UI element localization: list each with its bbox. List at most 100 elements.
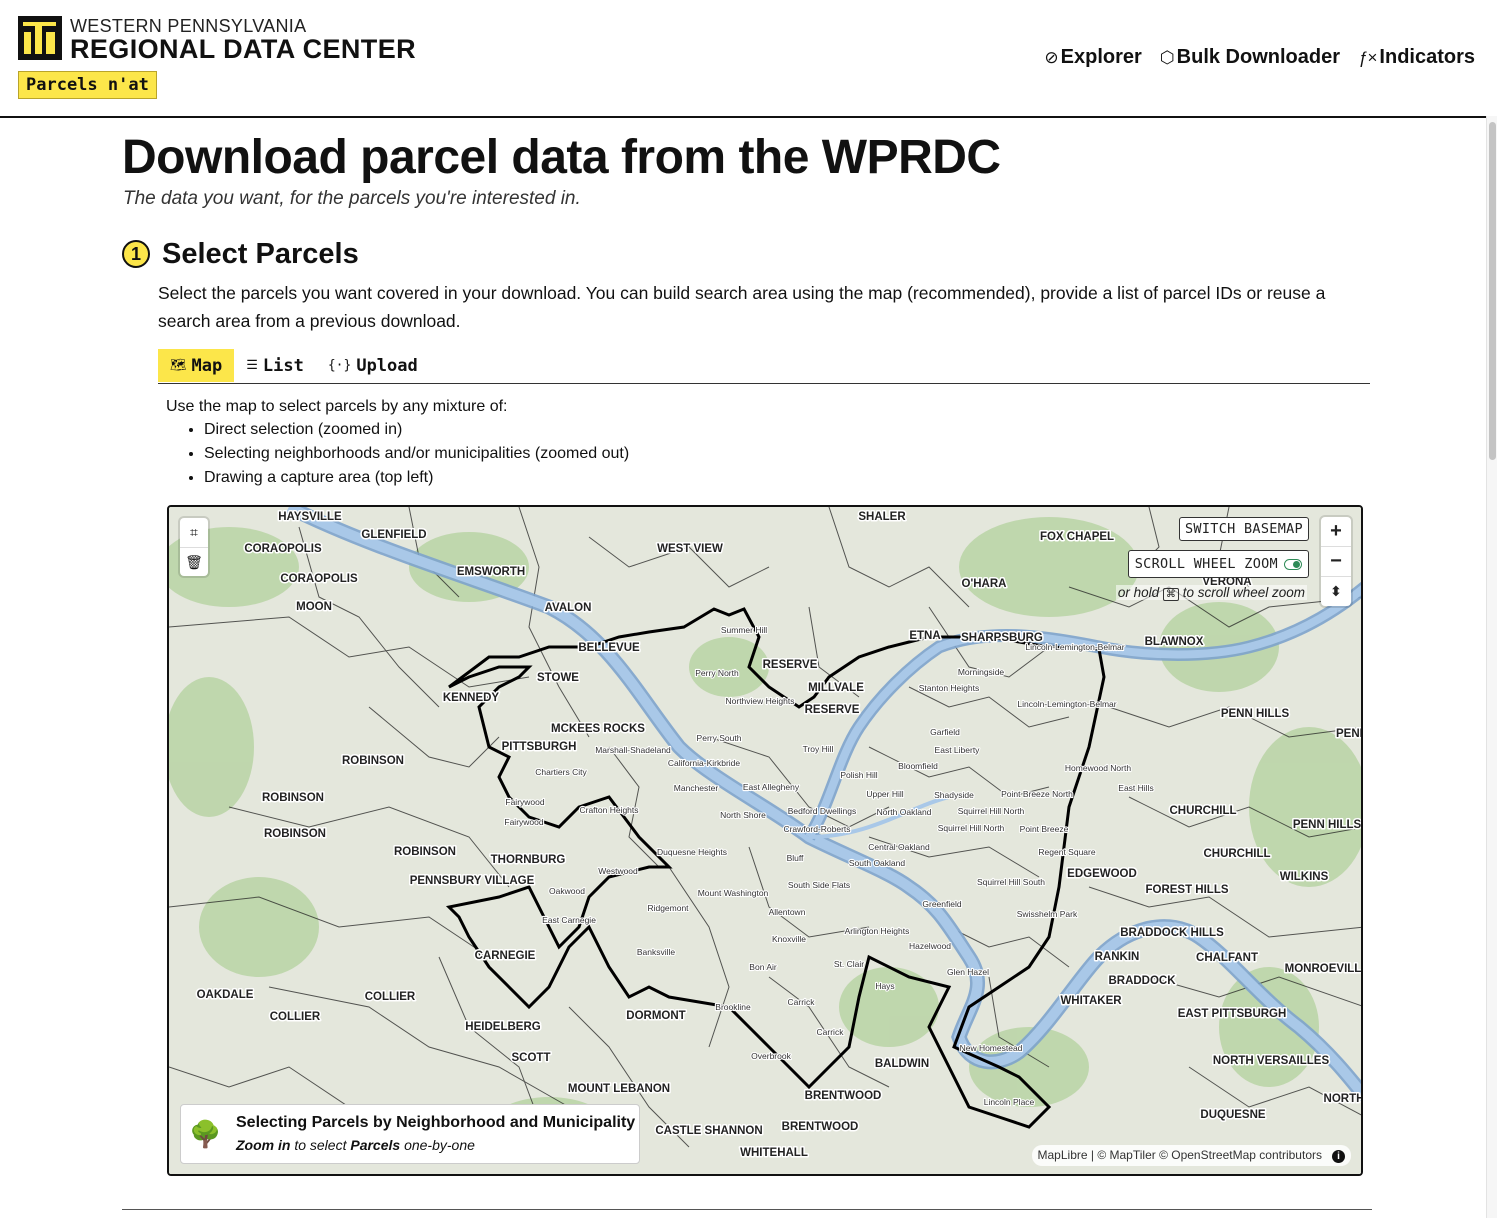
neighborhood-label: Fairywood — [505, 797, 544, 807]
braces-icon: {·} — [327, 358, 352, 373]
municipality-label: BRENTWOOD — [805, 1090, 882, 1102]
neighborhood-label: Bon Air — [749, 962, 777, 972]
municipality-label: OAKDALE — [197, 989, 254, 1001]
neighborhood-label: Squirrel Hill South — [977, 877, 1045, 887]
neighborhood-label: Lincoln-Lemington-Belmar — [1017, 699, 1116, 709]
municipality-label: FOREST HILLS — [1145, 884, 1228, 896]
neighborhood-label: Manchester — [674, 783, 719, 793]
step-instructions: Select the parcels you want covered in y… — [158, 283, 1326, 331]
selection-mode-title: Selecting Parcels by Neighborhood and Mu… — [236, 1114, 636, 1131]
municipality-label: WHITAKER — [1060, 995, 1122, 1007]
municipality-label: MOUNT LEBANON — [568, 1083, 670, 1095]
municipality-label: DUQUESNE — [1200, 1109, 1266, 1121]
switch-basemap-button[interactable]: SWITCH BASEMAP — [1179, 517, 1309, 541]
neighborhood-label: Bluff — [787, 853, 804, 863]
neighborhood-label: Ridgemont — [647, 903, 689, 913]
trash-icon[interactable]: 🗑 — [180, 547, 208, 577]
municipality-label: PENNSBURY VILLAGE — [410, 875, 535, 887]
page-scrollbar-thumb[interactable] — [1489, 122, 1496, 460]
municipality-label: RESERVE — [805, 704, 860, 716]
neighborhood-label: Homewood North — [1065, 763, 1131, 773]
municipality-label: BRADDOCK HILLS — [1120, 927, 1224, 939]
municipality-label: ROBINSON — [264, 828, 326, 840]
nav-bulk-downloader[interactable]: ⬡ Bulk Downloader — [1160, 46, 1340, 69]
municipality-label: ETNA — [909, 630, 940, 642]
municipality-label: HAYSVILLE — [278, 511, 342, 523]
neighborhood-label: Squirrel Hill North — [938, 823, 1005, 833]
neighborhood-label: Point Breeze North — [1001, 789, 1073, 799]
municipality-label: RANKIN — [1095, 951, 1140, 963]
function-icon: ƒ× — [1358, 47, 1378, 67]
map-canvas[interactable]: HAYSVILLE GLENFIELD CORAOPOLIS CORAOPOLIS MO… — [169, 507, 1363, 1176]
toggle-icon[interactable] — [1284, 558, 1302, 570]
municipality-label: CORAOPOLIS — [244, 543, 322, 555]
municipality-label: SCOTT — [512, 1052, 551, 1064]
section-divider — [122, 1209, 1372, 1210]
map-help-list: Direct selection (zoomed in) Selecting n… — [186, 418, 629, 490]
neighborhood-label: South Oakland — [849, 858, 906, 868]
app-badge[interactable]: Parcels n'at — [18, 71, 157, 99]
neighborhood-label: Perry South — [697, 733, 742, 743]
tab-list[interactable]: ☰ List — [234, 349, 316, 382]
neighborhood-label: East Liberty — [935, 745, 981, 755]
neighborhood-label: Hazelwood — [909, 941, 951, 951]
municipality-label: STOWE — [537, 672, 579, 684]
neighborhood-label: California-Kirkbride — [668, 758, 741, 768]
municipality-label: ROBINSON — [342, 755, 404, 767]
municipality-label: PENN HILLS — [1221, 708, 1290, 720]
municipality-label: MOON — [296, 601, 332, 613]
scroll-hint-post: to scroll wheel zoom — [1182, 585, 1305, 600]
neighborhood-label: Carrick — [817, 1027, 845, 1037]
neighborhood-label: Crafton Heights — [579, 805, 638, 815]
selection-tabs: 🗺 Map ☰ List {·} Upload — [158, 349, 1370, 384]
neighborhood-label: Central Oakland — [868, 842, 930, 852]
neighborhood-label: Brookline — [715, 1002, 751, 1012]
info-icon[interactable]: i — [1332, 1150, 1345, 1163]
scroll-wheel-zoom-toggle[interactable]: SCROLL WHEEL ZOOM — [1127, 550, 1309, 578]
neighborhood-label: Chartiers City — [535, 767, 587, 777]
municipality-label: EMSWORTH — [457, 566, 525, 578]
neighborhood-label: Marshall-Shadeland — [595, 745, 671, 755]
zoom-out-icon[interactable]: − — [1321, 546, 1351, 576]
municipality-label: CHURCHILL — [1203, 848, 1270, 860]
nav-explorer[interactable]: ⊘ Explorer — [1044, 46, 1141, 69]
municipality-label: KENNEDY — [443, 692, 500, 704]
tab-map-label: Map — [191, 355, 223, 376]
municipality-label: PITTSBURGH — [502, 741, 577, 753]
draw-polygon-icon[interactable]: ⌗ — [180, 518, 208, 547]
municipality-label: BALDWIN — [875, 1058, 929, 1070]
list-icon: ☰ — [246, 358, 258, 373]
parcel-map[interactable]: HAYSVILLE GLENFIELD CORAOPOLIS CORAOPOLIS MO… — [167, 505, 1363, 1176]
municipality-label: THORNBURG — [491, 854, 566, 866]
neighborhood-label: Glen Hazel — [947, 967, 989, 977]
top-nav: ⊘ Explorer ⬡ Bulk Downloader ƒ× Indicators — [1044, 46, 1475, 69]
tab-map[interactable]: 🗺 Map — [158, 349, 235, 382]
municipality-label: COLLIER — [270, 1011, 321, 1023]
neighborhood-label: St. Clair — [834, 959, 864, 969]
zoom-in-icon[interactable]: + — [1321, 517, 1351, 546]
municipality-label: BELLEVUE — [578, 642, 640, 654]
wprdc-logo-icon[interactable] — [18, 16, 62, 60]
scroll-hint-pre: or hold — [1117, 585, 1160, 600]
municipality-label: MONROEVILL — [1285, 963, 1362, 975]
neighborhood-label: Banksville — [637, 947, 676, 957]
zoom-in-hint: Zoom in — [236, 1137, 291, 1153]
neighborhood-label: Carrick — [788, 997, 816, 1007]
neighborhood-label: Bloomfield — [898, 761, 938, 771]
neighborhood-label: Allentown — [769, 907, 806, 917]
tab-upload[interactable]: {·} Upload — [316, 349, 430, 382]
nav-bulk-downloader-label: Bulk Downloader — [1176, 46, 1341, 68]
municipality-label: BLAWNOX — [1145, 636, 1204, 648]
map-attribution: MapLibre | © MapTiler © OpenStreetMap co… — [1031, 1145, 1351, 1166]
municipality-label: WEST VIEW — [657, 543, 723, 555]
neighborhood-label: Duquesne Heights — [657, 847, 727, 857]
list-item: Drawing a capture area (top left) — [204, 466, 629, 490]
top-bar: WESTERN PENNSYLVANIA REGIONAL DATA CENTE… — [0, 0, 1497, 118]
municipality-label: NORTH — [1324, 1093, 1363, 1105]
municipality-label: NORTH VERSAILLES — [1213, 1055, 1330, 1067]
nav-indicators[interactable]: ƒ× Indicators — [1358, 46, 1475, 69]
attribution-text[interactable]: MapLibre | © MapTiler © OpenStreetMap co… — [1038, 1148, 1322, 1162]
compass-reset-icon[interactable]: ⬍ — [1321, 576, 1351, 606]
municipality-label: ROBINSON — [394, 846, 456, 858]
municipality-label: AVALON — [545, 602, 592, 614]
